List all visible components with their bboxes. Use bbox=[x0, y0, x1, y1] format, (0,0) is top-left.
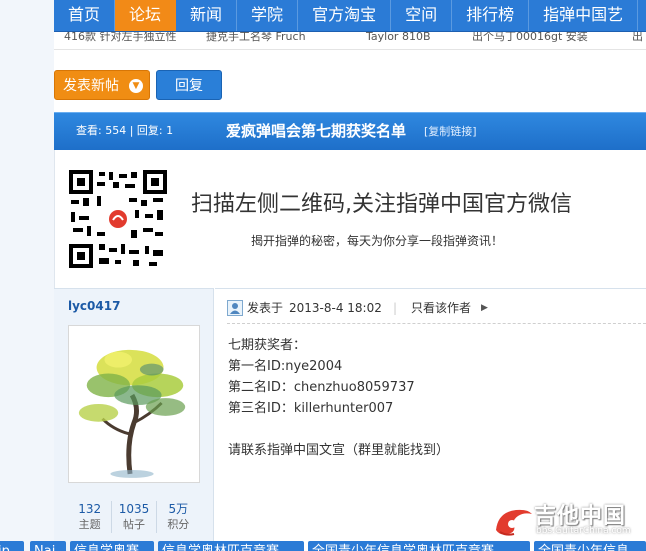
post-body: 七期获奖者： 第一名ID:nye2004 第二名ID：chenzhuo80597… bbox=[228, 335, 449, 461]
post-line: 第二名ID：chenzhuo8059737 bbox=[228, 380, 415, 395]
tag-link[interactable]: 全国青少年信息学奥林匹克竞赛 bbox=[308, 541, 530, 551]
author-only-link[interactable]: 只看该作者 bbox=[411, 299, 471, 317]
banner-subtitle: 揭开指弹的秘密，每天为你分享一段指弹资讯！ bbox=[251, 234, 504, 248]
new-post-label: 发表新帖 bbox=[63, 78, 119, 94]
thread-stats: 查看: 554 | 回复: 1 bbox=[76, 124, 174, 137]
tag-link[interactable]: 全国青少年信息 bbox=[534, 541, 646, 551]
new-post-button[interactable]: 发表新帖 ▼ bbox=[54, 70, 150, 100]
tag-strip: ip Nai 信息学奥赛 信息学奥林匹克竞赛 全国青少年信息学奥林匹克竞赛 全国… bbox=[0, 541, 646, 551]
post-line: 第三名ID：killerhunter007 bbox=[228, 401, 394, 416]
banner-title: 扫描左侧二维码,关注指弹中国官方微信 bbox=[191, 192, 572, 217]
post-meta: 发表于 2013-8-4 18:02 | 只看该作者 ▶ bbox=[227, 299, 646, 317]
author-points-stat[interactable]: 5万 积分 bbox=[155, 501, 200, 533]
author-stats: 132 主题 1035 帖子 5万 积分 bbox=[68, 501, 200, 533]
product-strip: 416款 针对左手独立性 捷克手工名琴 Fruch Taylor 810B 出个… bbox=[54, 32, 646, 50]
guitar-logo-icon bbox=[496, 509, 532, 536]
post-line: 请联系指弹中国文宣（群里就能找到） bbox=[228, 443, 450, 458]
nav-academy[interactable]: 学院 bbox=[237, 0, 299, 31]
copy-link-button[interactable]: [复制链接] bbox=[424, 113, 477, 151]
thread-title: 爱疯弹唱会第七期获奖名单 bbox=[226, 122, 407, 140]
nav-taobao-store[interactable]: 官方淘宝 bbox=[298, 0, 392, 31]
strip-item[interactable]: 416款 针对左手独立性 bbox=[64, 32, 177, 44]
nav-space[interactable]: 空间 bbox=[391, 0, 453, 31]
qr-code-icon bbox=[69, 170, 167, 268]
post-line: 第一名ID:nye2004 bbox=[228, 359, 343, 374]
nav-home[interactable]: 首页 bbox=[54, 0, 116, 31]
watermark: 吉他中国 bbs.GuitarChina.com bbox=[492, 498, 642, 540]
left-gutter bbox=[0, 0, 54, 551]
avatar[interactable] bbox=[68, 325, 200, 483]
wechat-banner: 扫描左侧二维码,关注指弹中国官方微信 揭开指弹的秘密，每天为你分享一段指弹资讯！ bbox=[54, 150, 646, 288]
tag-link[interactable]: 信息学奥林匹克竞赛 bbox=[158, 541, 304, 551]
tag-link[interactable]: 信息学奥赛 bbox=[70, 541, 154, 551]
play-arrow-icon[interactable]: ▶ bbox=[481, 299, 488, 317]
author-threads-stat[interactable]: 132 主题 bbox=[68, 501, 111, 533]
strip-item[interactable]: Taylor 810B bbox=[366, 32, 431, 44]
strip-item[interactable]: 捷克手工名琴 Fruch bbox=[206, 32, 306, 44]
chevron-down-icon[interactable]: ▼ bbox=[129, 79, 143, 93]
watermark-url: bbs.GuitarChina.com bbox=[536, 526, 631, 536]
tag-link[interactable]: ip bbox=[0, 541, 24, 551]
posted-date: 2013-8-4 18:02 bbox=[289, 301, 382, 315]
main-nav: 首页 论坛 新闻 学院 官方淘宝 空间 排行榜 指弹中国艺 bbox=[54, 0, 646, 32]
strip-item[interactable]: 出 bbox=[632, 32, 643, 44]
divider bbox=[227, 323, 646, 324]
nav-fingerstyle-artists[interactable]: 指弹中国艺 bbox=[529, 0, 639, 31]
nav-news[interactable]: 新闻 bbox=[176, 0, 238, 31]
nav-forum[interactable]: 论坛 bbox=[115, 0, 177, 31]
thread-title-bar: 查看: 554 | 回复: 1 爱疯弹唱会第七期获奖名单 [复制链接] bbox=[54, 112, 646, 150]
author-panel: lyc0417 132 主题 1035 帖子 5万 积分 bbox=[54, 288, 214, 551]
posted-label: 发表于 bbox=[247, 301, 284, 315]
tag-link[interactable]: Nai bbox=[30, 541, 66, 551]
online-status-icon bbox=[227, 300, 243, 316]
reply-button[interactable]: 回复 bbox=[156, 70, 222, 100]
author-posts-stat[interactable]: 1035 帖子 bbox=[111, 501, 155, 533]
meta-separator: | bbox=[393, 301, 398, 315]
strip-item[interactable]: 出个马丁00016gt 安装 bbox=[472, 32, 588, 44]
author-name-link[interactable]: lyc0417 bbox=[68, 299, 120, 313]
post-line: 七期获奖者： bbox=[228, 338, 307, 353]
nav-ranking[interactable]: 排行榜 bbox=[452, 0, 530, 31]
